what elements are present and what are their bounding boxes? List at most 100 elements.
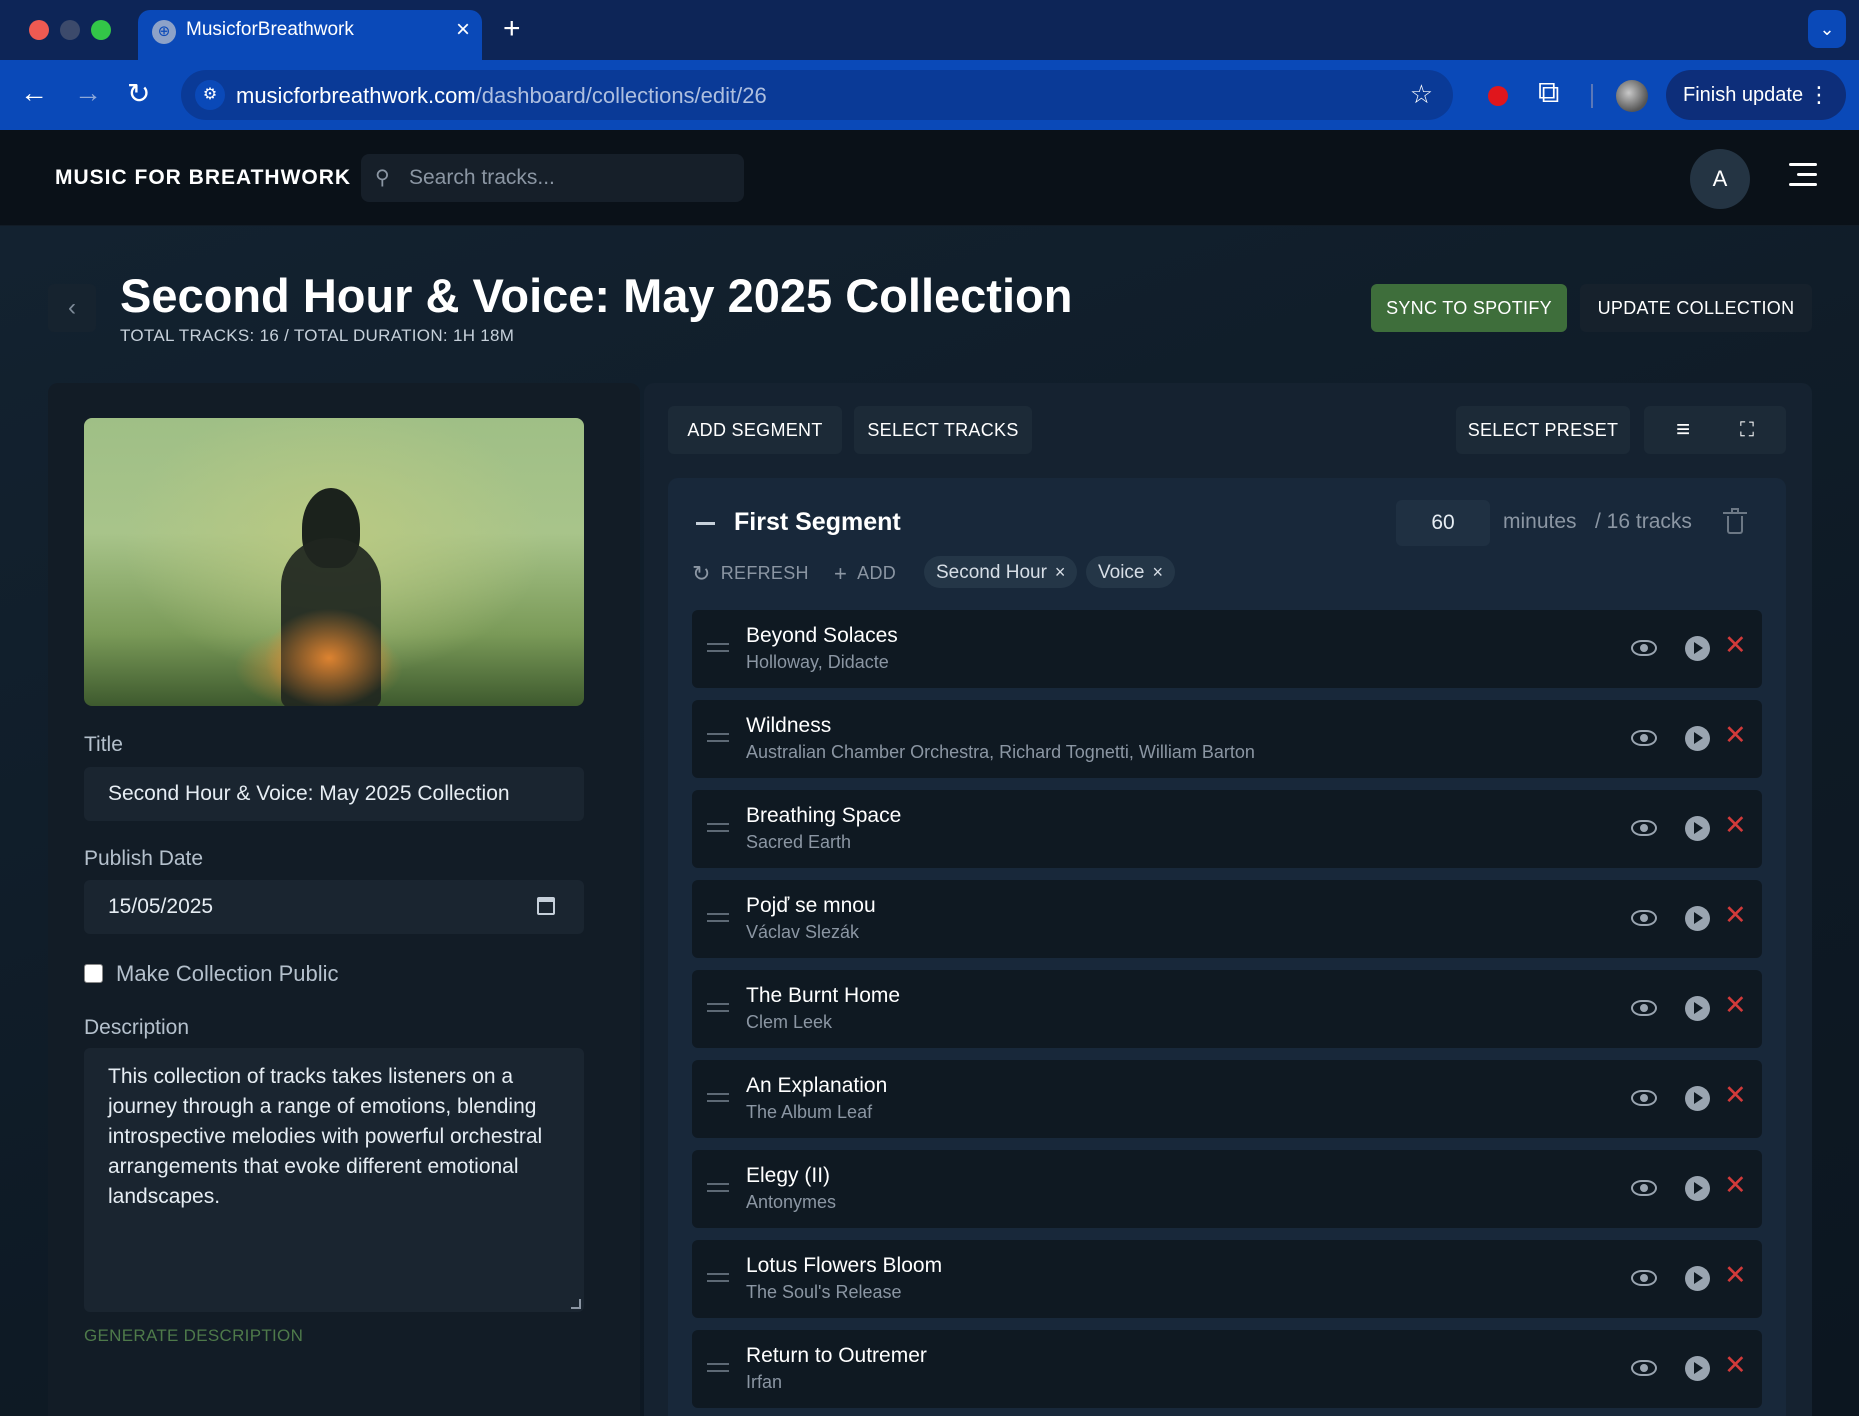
close-window-button[interactable] — [29, 20, 49, 40]
refresh-button[interactable]: ↻ REFRESH — [692, 561, 809, 587]
tag-chip[interactable]: Voice × — [1086, 556, 1175, 588]
segment-minutes-input[interactable]: 60 — [1396, 500, 1490, 546]
select-tracks-button[interactable]: SELECT TRACKS — [854, 406, 1032, 454]
play-icon[interactable] — [1685, 906, 1710, 931]
browser-tab[interactable]: ⊕ MusicforBreathwork × — [138, 10, 482, 60]
remove-track-icon[interactable]: ✕ — [1724, 1260, 1747, 1290]
play-icon[interactable] — [1685, 1266, 1710, 1291]
back-button[interactable]: ‹ — [48, 284, 96, 332]
eye-icon[interactable] — [1631, 820, 1657, 836]
play-icon[interactable] — [1685, 636, 1710, 661]
generate-description-button[interactable]: GENERATE DESCRIPTION — [84, 1326, 303, 1346]
track-row[interactable]: Lotus Flowers Bloom The Soul's Release ✕ — [692, 1240, 1762, 1318]
update-collection-button[interactable]: UPDATE COLLECTION — [1580, 284, 1812, 332]
drag-handle-icon[interactable] — [707, 643, 729, 652]
eye-icon[interactable] — [1631, 730, 1657, 746]
remove-track-icon[interactable]: ✕ — [1724, 990, 1747, 1020]
track-row[interactable]: Beyond Solaces Holloway, Didacte ✕ — [692, 610, 1762, 688]
menu-icon[interactable] — [1789, 163, 1817, 187]
cover-image[interactable] — [84, 418, 584, 706]
track-title: Lotus Flowers Bloom — [746, 1254, 943, 1277]
drag-handle-icon[interactable] — [707, 1003, 729, 1012]
record-extension-icon[interactable] — [1488, 86, 1508, 106]
segment-title: First Segment — [734, 508, 901, 536]
track-row[interactable]: The Burnt Home Clem Leek ✕ — [692, 970, 1762, 1048]
close-tab-icon[interactable]: × — [456, 16, 470, 44]
drag-handle-icon[interactable] — [707, 1093, 729, 1102]
public-checkbox-label[interactable]: Make Collection Public — [116, 961, 339, 987]
add-track-button[interactable]: + ADD — [834, 561, 896, 587]
drag-handle-icon[interactable] — [707, 1273, 729, 1282]
search-box[interactable]: ⚲ — [361, 154, 744, 202]
delete-segment-icon[interactable] — [1723, 508, 1747, 534]
play-icon[interactable] — [1685, 726, 1710, 751]
remove-track-icon[interactable]: ✕ — [1724, 900, 1747, 930]
new-tab-button[interactable]: + — [503, 12, 521, 46]
eye-icon[interactable] — [1631, 910, 1657, 926]
more-menu-icon[interactable]: ⋮ — [1808, 70, 1830, 120]
play-icon[interactable] — [1685, 1176, 1710, 1201]
track-row[interactable]: Wildness Australian Chamber Orchestra, Ri… — [692, 700, 1762, 778]
user-avatar[interactable]: A — [1690, 149, 1750, 209]
remove-tag-icon[interactable]: × — [1055, 562, 1066, 582]
track-artist: The Soul's Release — [746, 1282, 902, 1302]
remove-track-icon[interactable]: ✕ — [1724, 720, 1747, 750]
drag-handle-icon[interactable] — [707, 823, 729, 832]
drag-handle-icon[interactable] — [707, 1363, 729, 1372]
track-row[interactable]: Pojď se mnou Václav Slezák ✕ — [692, 880, 1762, 958]
eye-icon[interactable] — [1631, 1000, 1657, 1016]
bookmark-star-icon[interactable]: ☆ — [1410, 79, 1433, 110]
forward-arrow-icon[interactable]: → — [74, 77, 102, 109]
publish-date-label: Publish Date — [84, 847, 204, 870]
resize-handle-icon[interactable] — [571, 1299, 581, 1309]
search-input[interactable] — [409, 154, 729, 202]
sync-to-spotify-button[interactable]: SYNC TO SPOTIFY — [1371, 284, 1567, 332]
collapse-segment-icon[interactable] — [696, 522, 715, 525]
remove-track-icon[interactable]: ✕ — [1724, 1170, 1747, 1200]
remove-track-icon[interactable]: ✕ — [1724, 810, 1747, 840]
track-row[interactable]: Breathing Space Sacred Earth ✕ — [692, 790, 1762, 868]
drag-handle-icon[interactable] — [707, 913, 729, 922]
eye-icon[interactable] — [1631, 1180, 1657, 1196]
address-bar[interactable]: ⚙ musicforbreathwork.com/dashboard/colle… — [181, 70, 1453, 120]
remove-track-icon[interactable]: ✕ — [1724, 1080, 1747, 1110]
maximize-window-button[interactable] — [91, 20, 111, 40]
track-row[interactable]: Return to Outremer Irfan ✕ — [692, 1330, 1762, 1408]
play-icon[interactable] — [1685, 1356, 1710, 1381]
add-segment-button[interactable]: ADD SEGMENT — [668, 406, 842, 454]
reload-icon[interactable]: ↻ — [127, 77, 150, 110]
remove-track-icon[interactable]: ✕ — [1724, 630, 1747, 660]
list-view-icon[interactable]: ≡ — [1676, 406, 1690, 454]
description-textarea[interactable]: This collection of tracks takes listener… — [84, 1048, 584, 1312]
track-row[interactable]: Elegy (II) Antonymes ✕ — [692, 1150, 1762, 1228]
profile-avatar[interactable] — [1616, 80, 1648, 112]
title-input[interactable] — [84, 767, 584, 821]
drag-handle-icon[interactable] — [707, 1183, 729, 1192]
brand-logo[interactable]: MUSIC FOR BREATHWORK — [55, 166, 351, 190]
tag-chip[interactable]: Second Hour × — [924, 556, 1078, 588]
remove-track-icon[interactable]: ✕ — [1724, 1350, 1747, 1380]
remove-tag-icon[interactable]: × — [1152, 562, 1163, 582]
finish-update-button[interactable]: Finish update ⋮ — [1666, 70, 1846, 120]
eye-icon[interactable] — [1631, 1360, 1657, 1376]
eye-icon[interactable] — [1631, 1270, 1657, 1286]
site-settings-icon[interactable]: ⚙ — [195, 80, 225, 110]
calendar-icon[interactable] — [537, 897, 555, 915]
tab-search-chevron-icon[interactable]: ⌄ — [1808, 10, 1846, 48]
fullscreen-icon[interactable]: ⛶ — [1740, 406, 1754, 454]
publish-date-input[interactable] — [84, 880, 584, 934]
eye-icon[interactable] — [1631, 1090, 1657, 1106]
extensions-puzzle-icon[interactable]: ⧉ — [1538, 76, 1559, 110]
play-icon[interactable] — [1685, 996, 1710, 1021]
drag-handle-icon[interactable] — [707, 733, 729, 742]
eye-icon[interactable] — [1631, 640, 1657, 656]
select-preset-button[interactable]: SELECT PRESET — [1456, 406, 1630, 454]
track-row[interactable]: An Explanation The Album Leaf ✕ — [692, 1060, 1762, 1138]
url-text[interactable]: musicforbreathwork.com/dashboard/collect… — [236, 83, 767, 109]
back-arrow-icon[interactable]: ← — [20, 77, 48, 109]
play-icon[interactable] — [1685, 816, 1710, 841]
public-checkbox[interactable] — [84, 964, 103, 983]
play-icon[interactable] — [1685, 1086, 1710, 1111]
minimize-window-button[interactable] — [60, 20, 80, 40]
track-title: Breathing Space — [746, 804, 902, 827]
